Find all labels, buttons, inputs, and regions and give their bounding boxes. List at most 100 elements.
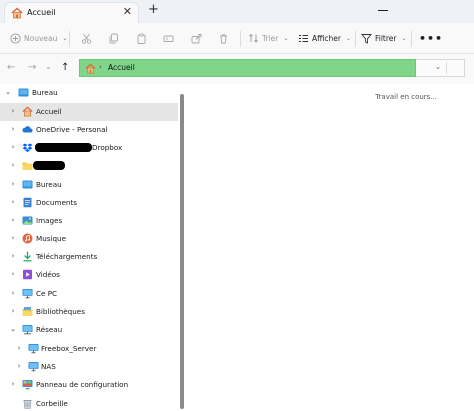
back-button[interactable]: ← — [7, 61, 15, 75]
tree-item-label: Panneau de configuration — [36, 380, 129, 389]
share-icon — [191, 34, 202, 44]
chevron-down-icon[interactable]: ⌄ — [9, 325, 17, 334]
chevron-down-icon: ⌄ — [345, 35, 351, 42]
chevron-right-icon[interactable]: › — [9, 252, 17, 261]
computer-icon — [28, 344, 39, 354]
tab-strip: Accueil ✕ + — [0, 0, 474, 23]
chevron-right-icon[interactable]: › — [9, 307, 17, 316]
copy-icon — [109, 33, 118, 44]
filter-icon — [361, 34, 372, 44]
tree-item-label: Vidéos — [36, 270, 60, 279]
chevron-right-icon[interactable]: › — [15, 362, 23, 371]
paste-button[interactable] — [136, 23, 147, 54]
new-tab-button[interactable]: + — [148, 3, 159, 17]
rename-button[interactable] — [163, 23, 174, 54]
tree-item-onedrive[interactable]: › OneDrive - Personal — [0, 121, 178, 139]
chevron-right-icon[interactable]: › — [9, 143, 17, 152]
filter-button[interactable]: Filtrer ⌄ — [361, 23, 407, 54]
chevron-right-icon[interactable]: › — [9, 198, 17, 207]
divider — [446, 62, 447, 74]
tree-item-label: Réseau — [36, 325, 63, 334]
tree-item-nas[interactable]: › NAS — [0, 358, 178, 376]
tab-close-icon[interactable]: ✕ — [123, 6, 132, 18]
chevron-right-icon[interactable]: › — [9, 234, 17, 243]
chevron-right-icon[interactable]: › — [9, 380, 17, 389]
chevron-right-icon[interactable]: › — [9, 125, 17, 134]
redacted-text — [33, 161, 65, 170]
desktop-icon — [18, 88, 29, 97]
chevron-right-icon[interactable]: › — [9, 216, 17, 225]
navigation-pane: ⌄ Bureau › Accueil › OneDrive - Personal… — [0, 84, 180, 411]
share-button[interactable] — [191, 23, 202, 54]
tree-item-label: Images — [36, 216, 63, 225]
tree-item-label: NAS — [41, 362, 56, 371]
tree-item-accueil[interactable]: › Accueil — [0, 103, 178, 121]
up-button[interactable]: ↑ — [61, 61, 69, 75]
chevron-down-icon: ⌄ — [62, 35, 68, 42]
tree-item-bureau-root[interactable]: ⌄ Bureau — [0, 84, 178, 102]
tree-item-videos[interactable]: › Vidéos — [0, 266, 178, 284]
redacted-text — [35, 143, 92, 152]
tab-accueil[interactable]: Accueil ✕ — [4, 2, 139, 23]
cut-button[interactable] — [81, 23, 92, 54]
sort-icon — [248, 33, 259, 43]
tree-item-freebox-server[interactable]: › Freebox_Server — [0, 340, 178, 358]
video-icon — [23, 269, 32, 280]
divider — [355, 31, 356, 47]
breadcrumb-current[interactable]: Accueil — [108, 63, 135, 72]
address-bar[interactable]: › Accueil — [79, 59, 416, 77]
tree-item-bibliotheques[interactable]: › Bibliothèques — [0, 303, 178, 321]
dropbox-icon — [22, 143, 33, 152]
copy-button[interactable] — [108, 23, 119, 54]
pc-icon — [22, 289, 33, 299]
tree-item-label: Documents — [36, 198, 77, 207]
network-icon — [22, 325, 33, 335]
plus-icon — [10, 33, 21, 44]
sort-button[interactable]: Trier ⌄ — [248, 23, 288, 54]
chevron-right-icon[interactable]: › — [9, 161, 17, 170]
tree-item-musique[interactable]: › Musique — [0, 230, 178, 248]
content-area: Travail en cours... — [187, 84, 474, 411]
tree-item-images[interactable]: › Images — [0, 212, 178, 230]
navigation-pane-scrollbar[interactable] — [180, 94, 184, 409]
view-button[interactable]: Afficher ⌄ — [298, 23, 351, 54]
tree-item-corbeille[interactable]: Corbeille — [0, 395, 178, 411]
minimize-icon[interactable] — [378, 10, 388, 11]
new-button[interactable]: Nouveau ⌄ — [10, 23, 67, 54]
recent-locations-button[interactable]: ⌄ — [45, 60, 52, 74]
pictures-icon — [22, 216, 33, 225]
breadcrumb-separator-icon[interactable]: › — [99, 63, 102, 71]
tree-item-bureau[interactable]: › Bureau — [0, 176, 178, 194]
tree-item-label: Accueil — [36, 107, 62, 116]
command-bar: Nouveau ⌄ Trier ⌄ Afficher ⌄ Filtrer ⌄ •… — [0, 23, 474, 54]
delete-button[interactable] — [218, 23, 229, 54]
divider — [69, 31, 70, 47]
tree-item-redacted-folder[interactable]: › — [0, 157, 178, 175]
forward-button[interactable]: → — [28, 61, 36, 75]
tree-item-panneau-de-configuration[interactable]: › Panneau de configuration — [0, 376, 178, 394]
view-button-label: Afficher — [312, 34, 341, 43]
chevron-right-icon[interactable]: › — [15, 344, 23, 353]
folder-icon — [22, 162, 33, 170]
tree-item-dropbox[interactable]: › Dropbox — [0, 139, 178, 157]
music-icon — [22, 233, 33, 244]
address-dropdown-icon[interactable]: ⌄ — [435, 63, 441, 71]
home-icon — [11, 7, 23, 19]
tree-item-reseau[interactable]: ⌄ Réseau — [0, 321, 178, 339]
tree-item-label: Bibliothèques — [36, 307, 85, 316]
tree-item-documents[interactable]: › Documents — [0, 194, 178, 212]
chevron-right-icon[interactable]: › — [9, 107, 17, 116]
tree-item-ce-pc[interactable]: › Ce PC — [0, 285, 178, 303]
view-icon — [299, 35, 308, 42]
recycle-bin-icon — [23, 400, 32, 409]
more-options-button[interactable]: ••• — [419, 23, 443, 54]
chevron-right-icon[interactable]: › — [9, 289, 17, 298]
chevron-right-icon[interactable]: › — [9, 180, 17, 189]
tab-title: Accueil — [27, 8, 56, 17]
tree-item-label: Musique — [36, 234, 67, 243]
chevron-right-icon[interactable]: › — [9, 270, 17, 279]
rename-icon — [163, 35, 174, 42]
tree-item-label: Bureau — [32, 88, 58, 97]
expand-icon[interactable]: ⌄ — [4, 88, 12, 97]
tree-item-telechargements[interactable]: › Téléchargements — [0, 248, 178, 266]
